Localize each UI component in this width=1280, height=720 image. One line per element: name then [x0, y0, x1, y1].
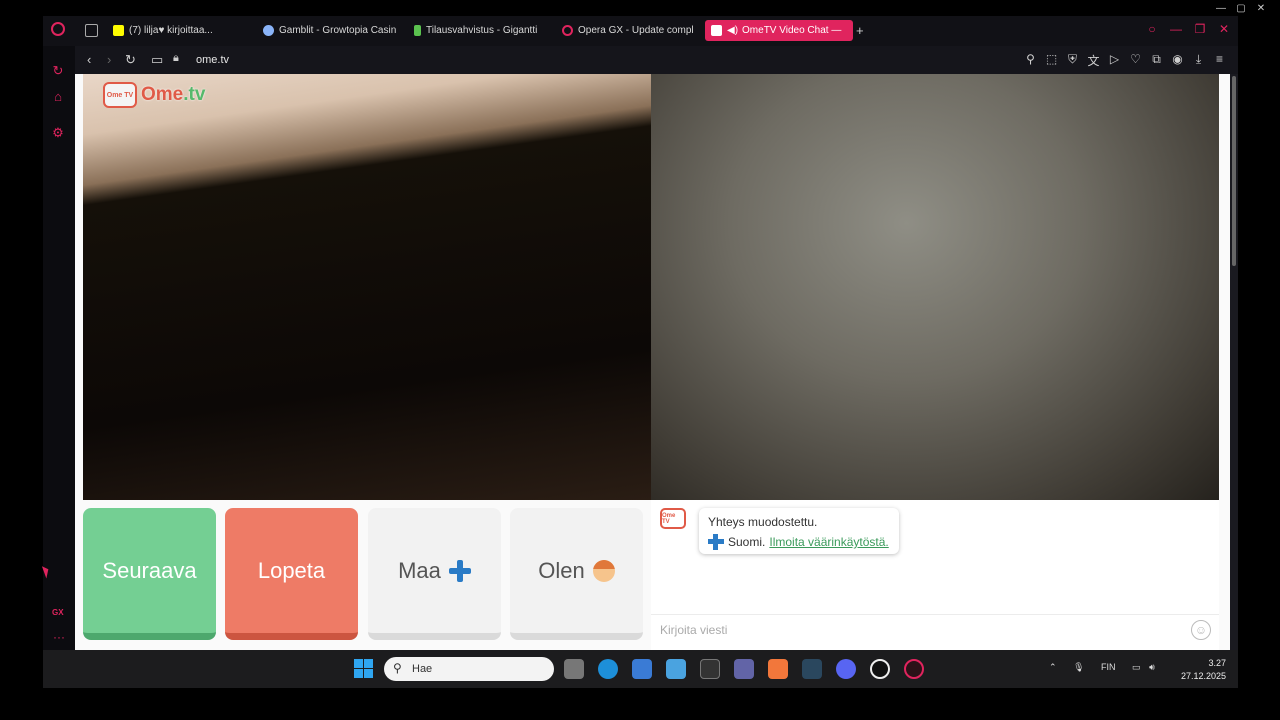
snapshot-icon[interactable]: ⬚: [1045, 52, 1058, 69]
finland-flag-icon: [708, 534, 724, 550]
translate-icon[interactable]: 文: [1087, 52, 1100, 69]
url-field[interactable]: ome.tv: [196, 54, 229, 66]
tab-snapchat[interactable]: (7) lilja♥ kirjoittaa...: [113, 20, 233, 41]
camera-icon[interactable]: ▭: [151, 52, 163, 68]
back-icon[interactable]: ‹: [87, 52, 91, 67]
tab-workspace-icon[interactable]: [85, 20, 99, 41]
close-icon[interactable]: ✕: [1256, 3, 1266, 14]
own-video: Ome TV Ome.tv: [83, 74, 651, 500]
address-bar: ‹ › ↻ ▭ 🔒︎ ome.tv ⚲ ⬚ ⛨ 文 ▷ ♡ ⧉ ◉ ⤓ ≡: [75, 46, 1238, 74]
connected-message: Yhteys muodostettu.: [708, 515, 818, 529]
restore-window-icon[interactable]: ❐: [1194, 22, 1206, 36]
taskbar-clock[interactable]: 3.27 27.12.2025: [1181, 657, 1226, 683]
clock-date: 27.12.2025: [1180, 671, 1226, 681]
opera-sidebar: ↻ ⌂ ⚙ GX ···: [43, 46, 75, 650]
windows-start-icon[interactable]: [354, 659, 373, 678]
forward-icon[interactable]: ›: [107, 52, 111, 67]
close-window-icon[interactable]: ✕: [1218, 22, 1230, 36]
settings-gear-icon[interactable]: ⚙: [51, 126, 65, 140]
store-icon[interactable]: [632, 659, 652, 679]
more-dots-icon[interactable]: ···: [53, 630, 65, 644]
discord-icon[interactable]: [836, 659, 856, 679]
edge-icon[interactable]: [598, 659, 618, 679]
steam-icon[interactable]: [802, 659, 822, 679]
taskbar-search[interactable]: ⚲ Hae: [384, 657, 554, 681]
country-button[interactable]: Maa: [368, 508, 501, 640]
search-icon: ⚲: [393, 661, 402, 675]
host-window-controls: — ▢ ✕: [1216, 0, 1280, 16]
ometv-logo-icon: Ome TV: [103, 82, 137, 108]
maximize-icon[interactable]: ▢: [1236, 3, 1246, 14]
menu-icon[interactable]: ≡: [1213, 52, 1226, 69]
finland-flag-icon: [448, 559, 471, 582]
search-tabs-icon[interactable]: ○: [1146, 22, 1158, 36]
audio-icon[interactable]: ◀): [727, 25, 738, 36]
next-button[interactable]: Seuraava: [83, 508, 216, 640]
extensions-icon[interactable]: ⧉: [1150, 52, 1163, 69]
teams-icon[interactable]: [734, 659, 754, 679]
lock-icon[interactable]: 🔒︎: [173, 52, 179, 65]
window-controls: ○ — ❐ ✕: [1146, 22, 1230, 36]
page-scrollbar[interactable]: [1230, 74, 1238, 650]
tab-ometv[interactable]: ◀) OmeTV Video Chat —: [705, 20, 853, 41]
tab-gigantti[interactable]: Tilausvahvistus - Gigantti: [414, 20, 544, 41]
tab-gamblit[interactable]: Gamblit - Growtopia Casin: [263, 20, 397, 41]
new-tab-button[interactable]: +: [856, 23, 864, 38]
language-indicator[interactable]: FIN: [1101, 662, 1116, 672]
tab-opera-update[interactable]: Opera GX - Update compl: [562, 20, 694, 41]
gender-button[interactable]: Olen: [510, 508, 643, 640]
gigantti-icon: [414, 25, 421, 36]
scroll-thumb[interactable]: [1232, 76, 1236, 266]
download-icon[interactable]: ⤓: [1192, 52, 1205, 69]
gx-label[interactable]: GX: [52, 608, 64, 617]
reload-icon[interactable]: ↻: [125, 52, 136, 68]
toolbar: ⚲ ⬚ ⛨ 文 ▷ ♡ ⧉ ◉ ⤓ ≡: [1024, 52, 1226, 69]
emoji-icon[interactable]: ☺: [1191, 620, 1211, 640]
pin-icon[interactable]: ⚲: [1024, 52, 1037, 69]
ometv-avatar-icon: Ome TV: [660, 508, 686, 529]
browser-window: (7) lilja♥ kirjoittaa... Gamblit - Growt…: [43, 16, 1238, 688]
volume-icon[interactable]: 🔊︎: [1149, 662, 1155, 672]
chat-panel: Ome TV Yhteys muodostettu. Suomi. Ilmoit…: [651, 500, 1219, 650]
snapchat-icon: [113, 25, 124, 36]
epic-games-icon[interactable]: [700, 659, 720, 679]
profile-icon[interactable]: ◉: [1171, 52, 1184, 69]
opera-gx-logo-icon[interactable]: [51, 22, 65, 36]
ometv-page: Ome TV Ome.tv Seuraava Lopeta Maa Olen O…: [75, 74, 1230, 650]
clock-time: 3.27: [1208, 658, 1226, 668]
gx-cleaner-icon[interactable]: ⌂: [51, 90, 65, 104]
heart-icon[interactable]: ♡: [1129, 52, 1142, 69]
send-icon[interactable]: ▷: [1108, 52, 1121, 69]
opera-icon: [562, 25, 573, 36]
minimize-window-icon[interactable]: —: [1170, 22, 1182, 36]
microphone-icon[interactable]: 🎙︎: [1073, 662, 1084, 672]
system-message: Yhteys muodostettu. Suomi. Ilmoita vääri…: [699, 508, 899, 554]
boy-emoji-icon: [592, 559, 615, 582]
opera-gx-taskbar-icon[interactable]: [904, 659, 924, 679]
chat-input-placeholder: Kirjoita viesti: [660, 623, 728, 637]
chat-input[interactable]: Kirjoita viesti ☺: [651, 614, 1219, 645]
gamblit-icon: [263, 25, 274, 36]
ometv-logo[interactable]: Ome TV Ome.tv: [103, 82, 205, 108]
ometv-tab-icon: [711, 25, 722, 36]
vlc-icon[interactable]: [768, 659, 788, 679]
tab-bar: (7) lilja♥ kirjoittaa... Gamblit - Growt…: [43, 16, 1238, 46]
task-view-icon[interactable]: [564, 659, 584, 679]
obs-icon[interactable]: [870, 659, 890, 679]
photos-icon[interactable]: [666, 659, 686, 679]
network-icon[interactable]: ▭: [1132, 662, 1141, 672]
partner-video: [651, 74, 1219, 500]
windows-taskbar: ⚲ Hae ⌃ 🎙︎ FIN ▭ 🔊︎ 3.27 27.12.2025: [43, 650, 1238, 688]
stop-button[interactable]: Lopeta: [225, 508, 358, 640]
gx-control-icon[interactable]: ↻: [51, 64, 65, 78]
country-label: Suomi.: [728, 535, 766, 549]
minimize-icon[interactable]: —: [1216, 3, 1226, 14]
report-abuse-link[interactable]: Ilmoita väärinkäytöstä.: [769, 535, 888, 549]
system-tray: ⌃ 🎙︎ FIN ▭ 🔊︎: [1049, 662, 1155, 673]
shield-icon[interactable]: ⛨: [1066, 52, 1079, 69]
chevron-up-icon[interactable]: ⌃: [1049, 662, 1057, 672]
